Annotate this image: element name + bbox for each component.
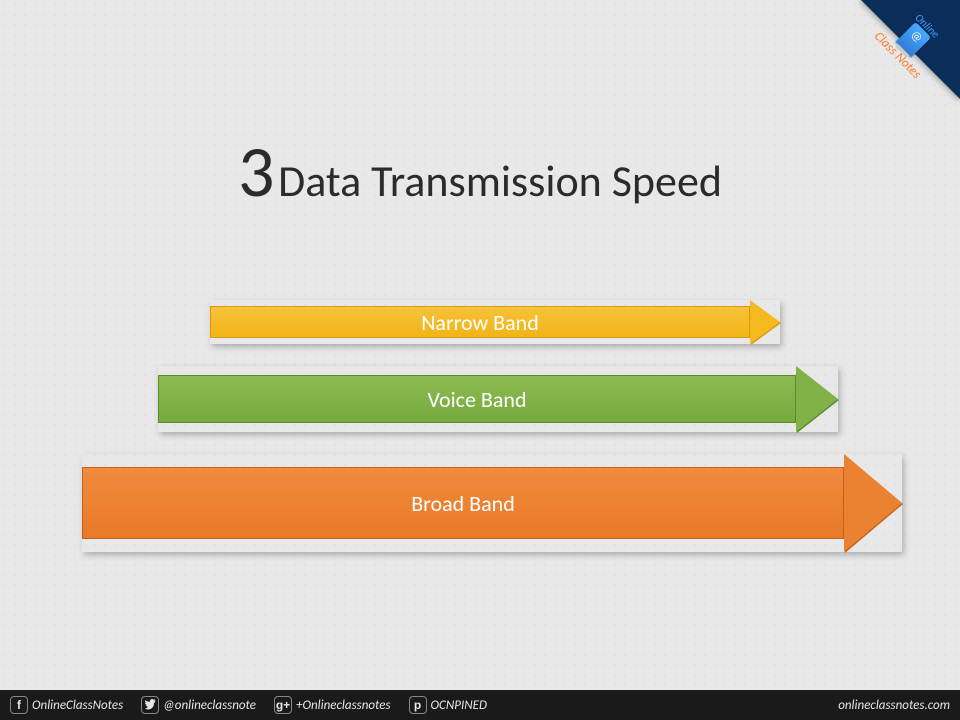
social-gplus: g+ +Onlineclassnotes [274, 696, 391, 714]
corner-logo: Online Class Notes [865, 0, 960, 88]
slide-title: 3 Data Transmission Speed [0, 128, 960, 216]
arrow-head-icon [796, 366, 838, 432]
arrow-broad-band: Broad Band [82, 454, 902, 552]
social-twitter: @onlineclassnote [141, 696, 256, 714]
arrow-row-broad: Broad Band [0, 454, 960, 552]
arrow-head-icon [750, 300, 780, 344]
facebook-icon: f [10, 696, 28, 714]
title-number: 3 [238, 128, 275, 216]
footer-site: onlineclassnotes.com [838, 698, 950, 713]
twitter-handle: @onlineclassnote [163, 698, 256, 713]
arrow-head-icon [844, 454, 902, 552]
title-text: Data Transmission Speed [278, 154, 722, 208]
arrows-diagram: Narrow Band Voice Band Broad Band [0, 300, 960, 574]
arrow-label: Voice Band [158, 375, 796, 423]
pinterest-handle: OCNPINED [431, 698, 487, 713]
social-pinterest: p OCNPINED [409, 696, 487, 714]
gplus-handle: +Onlineclassnotes [296, 698, 391, 713]
monitor-at-icon [896, 22, 931, 57]
twitter-icon [141, 696, 159, 714]
arrow-row-narrow: Narrow Band [0, 300, 960, 344]
footer-bar: f OnlineClassNotes @onlineclassnote g+ +… [0, 690, 960, 720]
arrow-label: Broad Band [82, 467, 844, 539]
arrow-label: Narrow Band [210, 306, 750, 338]
social-facebook: f OnlineClassNotes [10, 696, 123, 714]
corner-badge: Online Class Notes [820, 0, 960, 140]
corner-line2: Class Notes [865, 23, 931, 89]
arrow-narrow-band: Narrow Band [210, 300, 780, 344]
corner-triangle [861, 0, 960, 99]
arrow-voice-band: Voice Band [158, 366, 838, 432]
arrow-row-voice: Voice Band [0, 366, 960, 432]
facebook-handle: OnlineClassNotes [32, 698, 123, 713]
corner-line1: Online [895, 0, 959, 58]
google-plus-icon: g+ [274, 696, 292, 714]
pinterest-icon: p [409, 696, 427, 714]
